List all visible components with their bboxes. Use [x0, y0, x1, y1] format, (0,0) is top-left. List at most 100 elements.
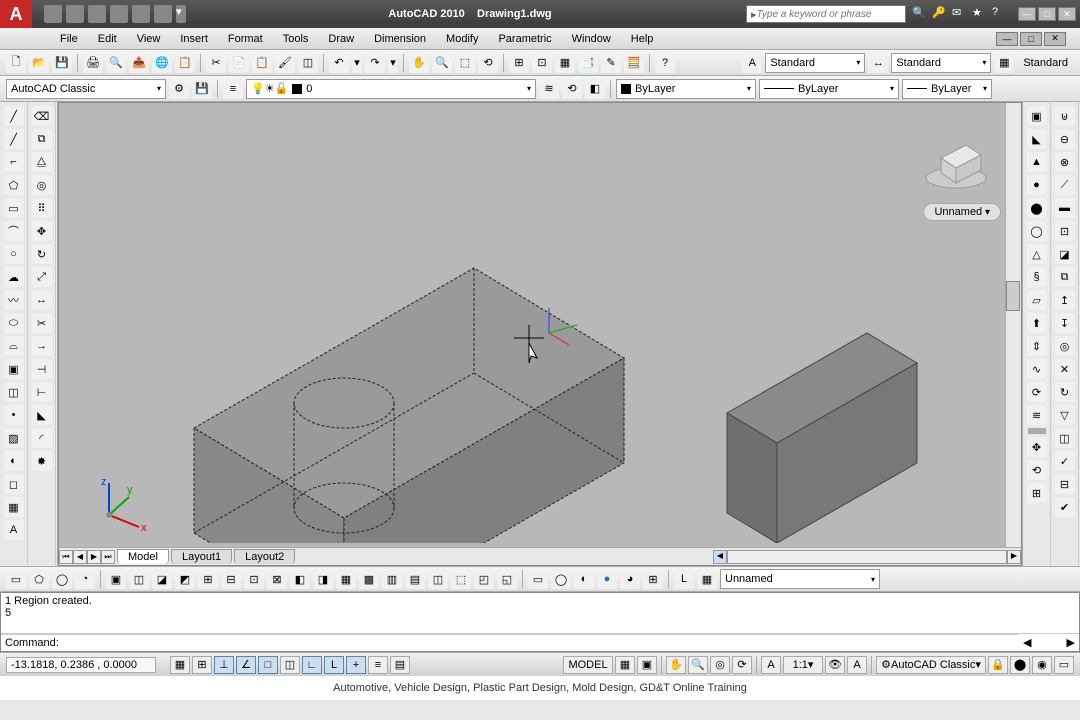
pan-icon[interactable]: ✋ — [409, 53, 429, 73]
dc-icon[interactable]: ⊡ — [532, 53, 552, 73]
tab-layout1[interactable]: Layout1 — [171, 549, 232, 564]
tab-next-icon[interactable]: ▶ — [87, 550, 101, 564]
array-icon[interactable]: ⠿ — [32, 198, 52, 218]
region-icon[interactable]: ◻ — [4, 474, 24, 494]
menu-help[interactable]: Help — [621, 33, 664, 45]
viewcube[interactable] — [921, 123, 991, 193]
help-icon[interactable]: ? — [992, 6, 1008, 22]
color-combo[interactable]: ByLayer▾ — [616, 79, 756, 99]
taperface-icon[interactable]: ▽ — [1055, 405, 1075, 425]
vs-real-icon[interactable]: ● — [597, 569, 617, 589]
se-14-icon[interactable]: ▤ — [405, 569, 425, 589]
star-icon[interactable]: ★ — [972, 6, 988, 22]
mdi-restore-button[interactable]: □ — [1020, 32, 1042, 46]
se-18-icon[interactable]: ◱ — [497, 569, 517, 589]
copyface-icon[interactable]: ⧉ — [1055, 267, 1075, 287]
snap-toggle[interactable]: ▦ — [170, 656, 190, 674]
minimize-button[interactable]: — — [1018, 7, 1036, 21]
mdi-close-button[interactable]: ✕ — [1044, 32, 1066, 46]
osnap-toggle[interactable]: □ — [258, 656, 278, 674]
save-icon[interactable] — [88, 5, 106, 23]
pyramid-icon[interactable]: △ — [1027, 244, 1047, 264]
slice-icon[interactable]: ⟋ — [1055, 175, 1075, 195]
named-vp-icon[interactable]: ▦ — [697, 569, 717, 589]
circle-icon[interactable]: ○ — [4, 244, 24, 264]
planar-icon[interactable]: ▱ — [1027, 290, 1047, 310]
annovisibility-icon[interactable]: 👁 — [825, 656, 845, 674]
cmd-scroll-right-icon[interactable]: ▶ — [1067, 636, 1075, 649]
menu-file[interactable]: File — [50, 33, 88, 45]
workspace-combo[interactable]: AutoCAD Classic▾ — [6, 79, 166, 99]
open-file-icon[interactable]: 📂 — [29, 53, 49, 73]
deleteface-icon[interactable]: ✕ — [1055, 359, 1075, 379]
ws-save-icon[interactable]: 💾 — [192, 79, 212, 99]
check-icon[interactable]: ✔ — [1055, 497, 1075, 517]
help-button[interactable]: ? — [655, 53, 675, 73]
dyn-toggle[interactable]: + — [346, 656, 366, 674]
menu-dimension[interactable]: Dimension — [364, 33, 436, 45]
markup-icon[interactable]: ✎ — [601, 53, 621, 73]
vertical-scrollbar[interactable] — [1005, 103, 1021, 549]
grid-toggle[interactable]: ⊞ — [192, 656, 212, 674]
menu-draw[interactable]: Draw — [318, 33, 364, 45]
layer-props-icon[interactable]: ≡ — [223, 79, 243, 99]
vs-mgr-icon[interactable]: ⊞ — [643, 569, 663, 589]
tab-last-icon[interactable]: ⏭ — [101, 550, 115, 564]
redo-drop-icon[interactable]: ▾ — [388, 53, 398, 73]
se-5-icon[interactable]: ⊞ — [198, 569, 218, 589]
scale-icon[interactable]: ⤢ — [32, 267, 52, 287]
clean-screen-icon[interactable]: ▭ — [1054, 656, 1074, 674]
rotate-icon[interactable]: ↻ — [32, 244, 52, 264]
loft-icon[interactable]: ≋ — [1027, 405, 1047, 425]
ws-settings-icon[interactable]: ⚙ — [169, 79, 189, 99]
hscroll-left-icon[interactable]: ◀ — [713, 550, 727, 564]
model-space-button[interactable]: MODEL — [563, 656, 613, 674]
join-icon[interactable]: ⊢ — [32, 382, 52, 402]
nav-pan-icon[interactable]: ✋ — [666, 656, 686, 674]
annoscale-icon[interactable]: A — [761, 656, 781, 674]
linetype-combo[interactable]: ByLayer▾ — [759, 79, 899, 99]
ssm-icon[interactable]: 📑 — [578, 53, 598, 73]
offsetface-icon[interactable]: ◎ — [1055, 336, 1075, 356]
cut-icon[interactable]: ✂ — [206, 53, 226, 73]
rectangle-icon[interactable]: ▭ — [4, 198, 24, 218]
copy-icon[interactable]: 📄 — [229, 53, 249, 73]
textstyle-icon[interactable]: A — [742, 53, 762, 73]
isolate-obj-icon[interactable]: ◉ — [1032, 656, 1052, 674]
xline-icon[interactable]: ╱ — [4, 129, 24, 149]
presspull-icon[interactable]: ⇕ — [1027, 336, 1047, 356]
explode-icon[interactable]: ✸ — [32, 451, 52, 471]
quickview-drawings-icon[interactable]: ▣ — [637, 656, 657, 674]
paste-icon[interactable]: 📋 — [252, 53, 272, 73]
subtract-icon[interactable]: ⊖ — [1055, 129, 1075, 149]
tab-first-icon[interactable]: ⏮ — [59, 550, 73, 564]
menu-insert[interactable]: Insert — [170, 33, 218, 45]
textstyle-combo[interactable]: Standard▾ — [765, 53, 865, 73]
menu-parametric[interactable]: Parametric — [488, 33, 561, 45]
polygon-icon[interactable]: ⬠ — [4, 175, 24, 195]
vs-3dh-icon[interactable]: ◐ — [574, 569, 594, 589]
vp-single-icon[interactable]: ▭ — [6, 569, 26, 589]
se-11-icon[interactable]: ▦ — [336, 569, 356, 589]
se-13-icon[interactable]: ▥ — [382, 569, 402, 589]
se-12-icon[interactable]: ▩ — [359, 569, 379, 589]
hatch-icon[interactable]: ▨ — [4, 428, 24, 448]
ws-switching-combo[interactable]: ⚙ AutoCAD Classic▾ — [876, 656, 986, 674]
menu-window[interactable]: Window — [562, 33, 621, 45]
command-line[interactable]: Command: — [1, 634, 1019, 651]
otrack-toggle[interactable]: ∟ — [302, 656, 322, 674]
insert-block-icon[interactable]: ▣ — [4, 359, 24, 379]
ucs-icon-btn[interactable]: L — [674, 569, 694, 589]
offset-icon[interactable]: ◎ — [32, 175, 52, 195]
3ddwf-icon[interactable]: 🌐 — [152, 53, 172, 73]
zoom-win-icon[interactable]: ⬚ — [455, 53, 475, 73]
revcloud-icon[interactable]: ☁ — [4, 267, 24, 287]
stretch-icon[interactable]: ↔ — [32, 290, 52, 310]
drawing-canvas[interactable]: x y z Unnamed ▾ ⏮ ◀ — [58, 102, 1022, 566]
se-7-icon[interactable]: ⊡ — [244, 569, 264, 589]
se-8-icon[interactable]: ⊠ — [267, 569, 287, 589]
app-logo[interactable]: A — [0, 0, 32, 28]
wedge-icon[interactable]: ◣ — [1027, 129, 1047, 149]
new-icon[interactable] — [44, 5, 62, 23]
sphere-icon[interactable]: ● — [1027, 175, 1047, 195]
